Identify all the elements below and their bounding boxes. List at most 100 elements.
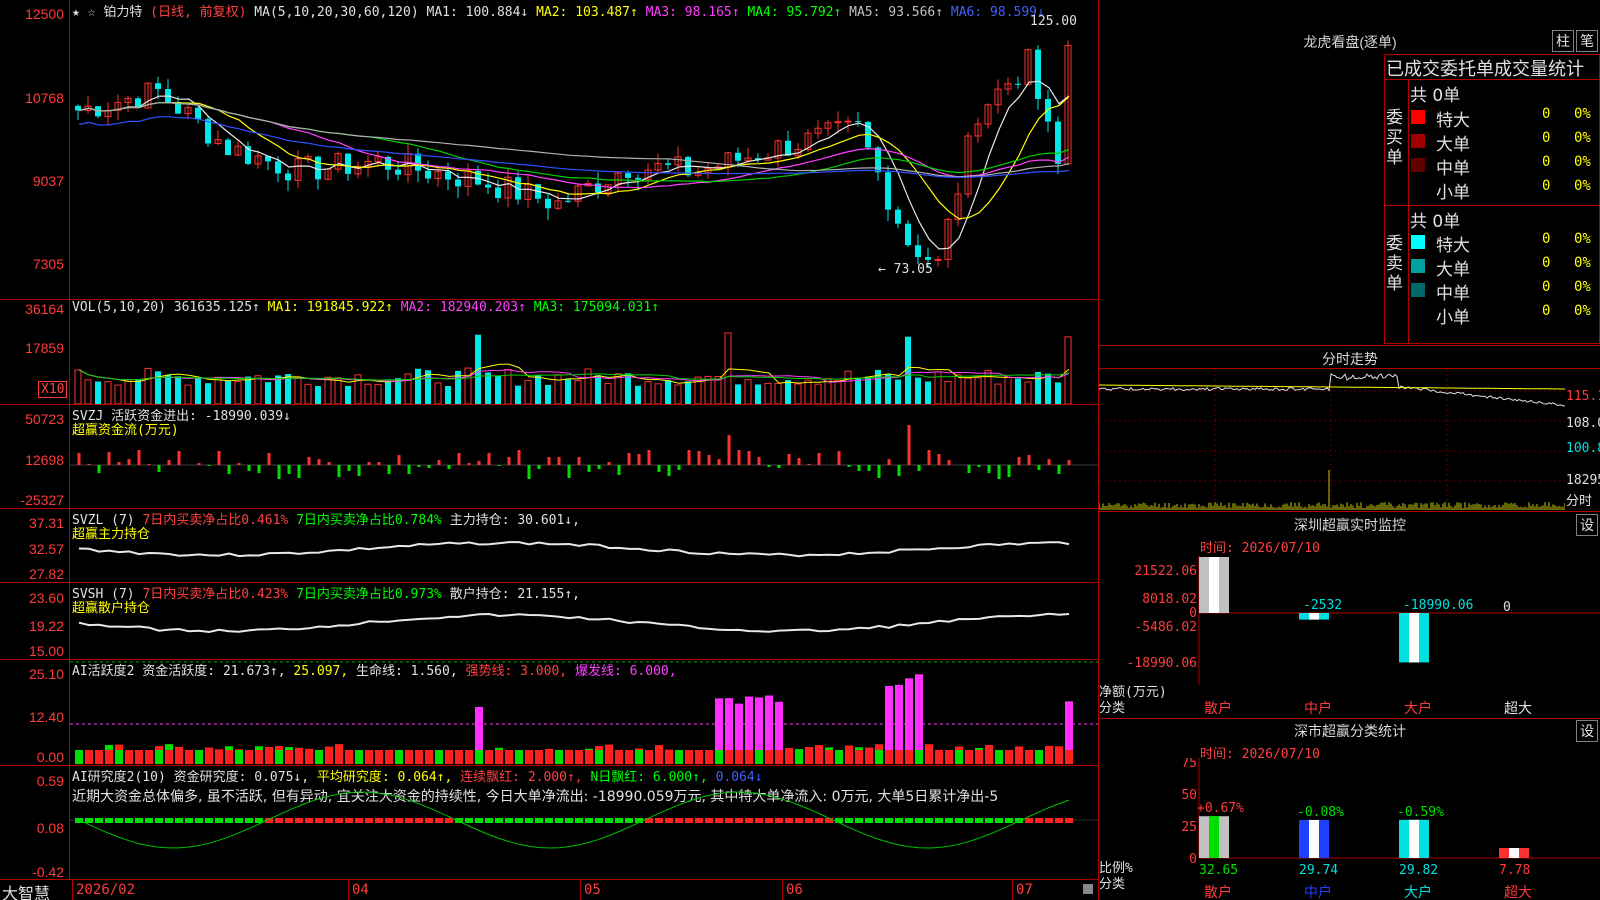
cls-value-label: 29.82	[1399, 863, 1438, 878]
sz-monitor-chart[interactable]: 21522.06 8018.02 -5486.02 -18990.06 0 21522.0…	[1099, 555, 1600, 715]
research-bar	[405, 818, 413, 823]
research-bar	[975, 818, 983, 823]
brand-label[interactable]: 大智慧	[2, 880, 50, 900]
lhb-vsep	[1408, 79, 1409, 344]
volume-bar	[265, 382, 271, 404]
money-flow-chart[interactable]	[70, 405, 1098, 508]
vol-unit-badge[interactable]: X10	[38, 381, 68, 398]
activity-chart[interactable]	[70, 660, 1098, 765]
research-bar	[125, 818, 133, 823]
sz-cat-label: 分类	[1099, 701, 1126, 716]
volume-bar	[774, 382, 782, 404]
research-bar	[745, 818, 753, 823]
volume-bar	[304, 383, 312, 404]
activity-base	[1005, 750, 1013, 764]
sz-category: 大户	[1404, 701, 1432, 717]
candlestick-chart[interactable]	[70, 18, 1098, 299]
activity-base	[225, 750, 233, 764]
volume-bar	[804, 379, 812, 404]
research-bar	[275, 818, 283, 823]
activity-base	[395, 750, 403, 764]
candle-body	[565, 200, 571, 202]
research-chart[interactable]	[70, 766, 1098, 879]
sz-settings-button[interactable]: 设	[1576, 514, 1598, 536]
retail-holding-chart[interactable]	[70, 583, 1098, 659]
bar-mode-button[interactable]: 柱	[1552, 30, 1574, 52]
activity-base	[735, 750, 743, 764]
row-pct: 0%	[1574, 130, 1591, 146]
volume-bar	[674, 384, 682, 404]
research-bar	[665, 818, 673, 823]
activity-base	[455, 750, 463, 764]
lhb-sep-mid	[1384, 205, 1600, 206]
cls-settings-button[interactable]: 设	[1576, 720, 1598, 742]
sz-title: 深圳超赢实时监控	[1294, 517, 1406, 533]
sz-bar-highlight	[1209, 557, 1219, 613]
volume-bar	[654, 383, 662, 404]
ai2-axis-label: 0.59	[36, 773, 64, 789]
activity-base	[475, 750, 483, 764]
volume-bar	[144, 367, 152, 404]
research-bar	[85, 818, 93, 823]
research-bar	[1045, 818, 1053, 823]
volume-bar	[175, 376, 181, 404]
vol-axis-label: 36164	[25, 301, 64, 317]
color-swatch	[1411, 182, 1425, 196]
price-line	[1099, 373, 1565, 407]
cls-axis-label: 25	[1181, 820, 1197, 835]
activity-base	[555, 750, 563, 764]
volume-bar	[214, 376, 222, 404]
activity-base	[495, 750, 503, 764]
research-bar	[1055, 818, 1063, 823]
sz-category: 散户	[1204, 701, 1232, 717]
activity-base	[925, 750, 933, 764]
research-bar	[385, 818, 393, 823]
research-bar	[295, 818, 303, 823]
intraday-axis-label: 100.8	[1566, 441, 1600, 456]
research-bar	[355, 818, 363, 823]
svzl-axis-label: 32.57	[28, 541, 64, 557]
date-tick: 04	[352, 882, 369, 898]
research-bar	[1035, 818, 1043, 823]
activity-base	[435, 750, 443, 764]
activity-base	[265, 750, 273, 764]
candle-body	[455, 179, 461, 187]
date-tick-mark	[72, 880, 73, 900]
candle-body	[285, 173, 291, 181]
sz-axis-label: 8018.02	[1142, 592, 1197, 607]
date-tick-mark	[580, 880, 581, 900]
main-holding-chart[interactable]	[70, 509, 1098, 582]
volume-bar	[495, 375, 501, 404]
activity-base	[355, 750, 363, 764]
intraday-chart[interactable]	[1099, 369, 1565, 510]
intraday-axis-label: 108.0	[1566, 416, 1600, 431]
lhb-tabs[interactable]: 已成交委托单成交量统计	[1386, 55, 1600, 81]
candle-body	[205, 119, 211, 144]
volume-chart[interactable]	[70, 300, 1098, 404]
research-bar	[585, 818, 593, 823]
volume-bar	[685, 381, 691, 404]
holding-line	[78, 612, 1070, 634]
price-axis-label: 12500	[25, 6, 64, 22]
low-marker: ← 73.05	[878, 262, 933, 277]
row-name: 特大	[1436, 236, 1470, 256]
volume-bar	[625, 373, 631, 404]
date-tick-mark	[348, 880, 349, 900]
research-bar	[215, 818, 223, 823]
cls-change-label: +0.67%	[1197, 801, 1244, 816]
candle-body	[785, 140, 791, 156]
lock-icon[interactable]	[1083, 884, 1093, 894]
tick-mode-button[interactable]: 笔	[1576, 30, 1598, 52]
volume-bar	[785, 380, 791, 404]
sz-time: 时间: 2026/07/10	[1200, 541, 1320, 556]
cls-change-label: -0.08%	[1297, 805, 1344, 820]
classification-chart[interactable]: 75 50 25 032.65 +0.67% 29.74 -0.08% 29.82 -0.59%…	[1099, 758, 1600, 900]
research-bar	[1005, 818, 1013, 823]
volume-bar	[714, 375, 722, 404]
candle-body	[195, 107, 201, 120]
research-bar	[95, 818, 103, 823]
volume-bar	[254, 375, 262, 404]
research-bar	[365, 818, 373, 823]
sz-bar-label: -2532	[1303, 598, 1342, 613]
volume-bar	[635, 385, 641, 404]
